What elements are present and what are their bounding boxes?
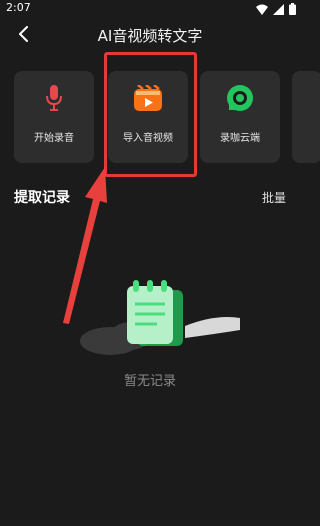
microphone-icon (39, 83, 69, 113)
card-label: 录咖云端 (220, 133, 260, 144)
empty-state-illustration (80, 280, 240, 355)
cloud-card[interactable]: 录咖云端 (200, 71, 280, 163)
status-time: 2:07 (6, 1, 31, 14)
highlight-annotation-box (104, 52, 197, 177)
card-label: 开始录音 (34, 133, 74, 144)
signal-icon (273, 3, 284, 15)
status-icons (256, 3, 296, 15)
cloud-app-icon (225, 83, 255, 113)
batch-button[interactable]: 批量 (262, 189, 286, 206)
empty-state-text: 暂无记录 (123, 374, 176, 389)
battery-icon (289, 3, 296, 15)
top-bar: AI音视频转文字 (0, 20, 300, 50)
page-title: AI音视频转文字 (97, 27, 203, 45)
status-bar: 2:07 (0, 0, 300, 20)
start-recording-card[interactable]: 开始录音 (14, 71, 94, 163)
more-card-partial[interactable] (292, 71, 320, 163)
wifi-icon (256, 4, 268, 15)
